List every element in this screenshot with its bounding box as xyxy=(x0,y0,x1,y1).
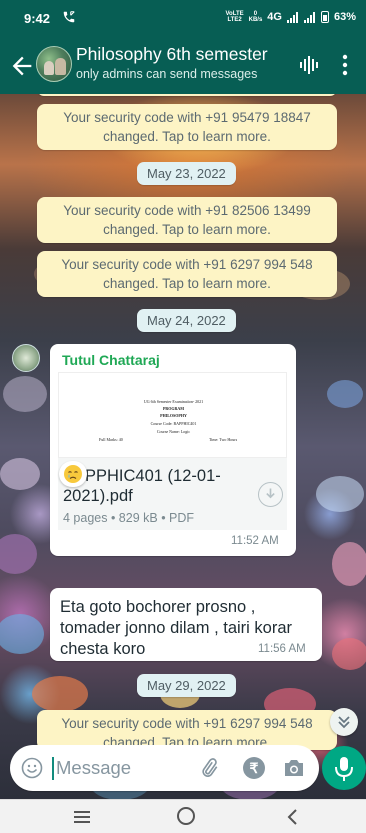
message-time: 11:56 AM xyxy=(258,643,306,655)
sender-name[interactable]: Tutul Chattaraj xyxy=(62,352,160,368)
status-time: 9:42 xyxy=(24,11,51,26)
avatar-figure xyxy=(55,58,66,75)
battery-percent: 63% xyxy=(333,11,356,23)
mic-button[interactable] xyxy=(322,746,366,790)
emoji-icon[interactable] xyxy=(21,757,43,779)
signal-icon xyxy=(286,11,298,23)
carrier-bottom: LTE2 xyxy=(227,17,242,23)
system-message[interactable]: Your security code with +91 82506 13499 … xyxy=(37,197,337,243)
preview-line: PHILOSOPHY xyxy=(160,413,187,418)
speed-unit: KB/s xyxy=(248,17,263,23)
document-meta: 4 pages • 829 kB • PDF xyxy=(63,511,195,525)
download-icon[interactable] xyxy=(258,482,283,507)
group-subtitle: only admins can send messages xyxy=(76,67,258,81)
nav-back-icon[interactable] xyxy=(285,808,299,826)
status-bar: 9:42 VoLTE LTE2 0 KB/s 4G 63% xyxy=(0,0,366,38)
group-title[interactable]: Philosophy 6th semester xyxy=(76,44,268,65)
preview-line: UG 6th Semester Examination- 2021 xyxy=(143,399,204,404)
text-cursor xyxy=(52,757,54,780)
preview-line: Course Code: BAPPHIC401 xyxy=(150,421,197,426)
signal-icon-2 xyxy=(303,11,315,23)
data-speed: 0 KB/s xyxy=(249,11,263,23)
system-message[interactable]: Your security code with +91 6297 994 548… xyxy=(37,710,337,750)
chat-header: Philosophy 6th semester only admins can … xyxy=(0,38,366,94)
document-info[interactable]: BAPPHIC401 (12-01-2021).pdf 4 pages • 82… xyxy=(58,458,287,530)
chat-area[interactable]: Your security code with +91 95479 18847 … xyxy=(0,94,366,799)
sender-avatar[interactable] xyxy=(12,344,40,372)
recents-icon[interactable] xyxy=(72,808,92,826)
date-chip: May 29, 2022 xyxy=(137,674,236,697)
preview-line: Course Name: Logic xyxy=(156,429,191,434)
crying-emoji xyxy=(64,465,82,483)
preview-marks: Full Marks: 40 xyxy=(99,437,123,442)
document-message[interactable]: Tutul Chattaraj UG 6th Semester Examinat… xyxy=(50,344,296,556)
document-name: BAPPHIC401 (12-01-2021).pdf xyxy=(63,467,221,505)
message-time: 11:52 AM xyxy=(231,535,279,547)
mic-icon xyxy=(335,757,353,781)
system-message-partial[interactable] xyxy=(37,94,337,96)
date-chip: May 24, 2022 xyxy=(137,309,236,332)
avatar-figure xyxy=(44,61,54,75)
scroll-down-icon[interactable] xyxy=(330,708,358,736)
camera-icon[interactable] xyxy=(282,757,306,779)
text-message[interactable]: Eta goto bochorer prosno , tomader jonno… xyxy=(50,588,322,661)
status-indicators: VoLTE LTE2 0 KB/s 4G 63% xyxy=(226,11,356,23)
home-icon[interactable] xyxy=(177,807,195,825)
system-message[interactable]: Your security code with +91 95479 18847 … xyxy=(37,104,337,150)
message-composer[interactable]: ₹ xyxy=(10,745,319,791)
system-message[interactable]: Your security code with +91 6297 994 548… xyxy=(37,251,337,297)
rupee-icon[interactable]: ₹ xyxy=(243,757,265,779)
system-navigation-bar xyxy=(0,799,366,833)
network-type: 4G xyxy=(267,11,282,23)
back-arrow-icon[interactable] xyxy=(8,52,36,80)
more-options-icon[interactable] xyxy=(340,54,350,76)
attach-icon[interactable] xyxy=(198,757,220,779)
voice-call-icon[interactable] xyxy=(298,54,320,76)
battery-icon xyxy=(320,11,329,23)
phone-call-icon xyxy=(63,11,75,23)
preview-line: PROGRAM xyxy=(162,406,185,411)
date-chip: May 23, 2022 xyxy=(137,162,236,185)
group-avatar[interactable] xyxy=(36,46,72,82)
carrier-indicator: VoLTE LTE2 xyxy=(226,11,244,23)
message-reaction[interactable] xyxy=(59,461,87,487)
message-input[interactable] xyxy=(56,754,186,782)
document-preview[interactable]: UG 6th Semester Examination- 2021 PROGRA… xyxy=(58,372,287,458)
preview-time: Time: Two Hours xyxy=(209,437,238,442)
